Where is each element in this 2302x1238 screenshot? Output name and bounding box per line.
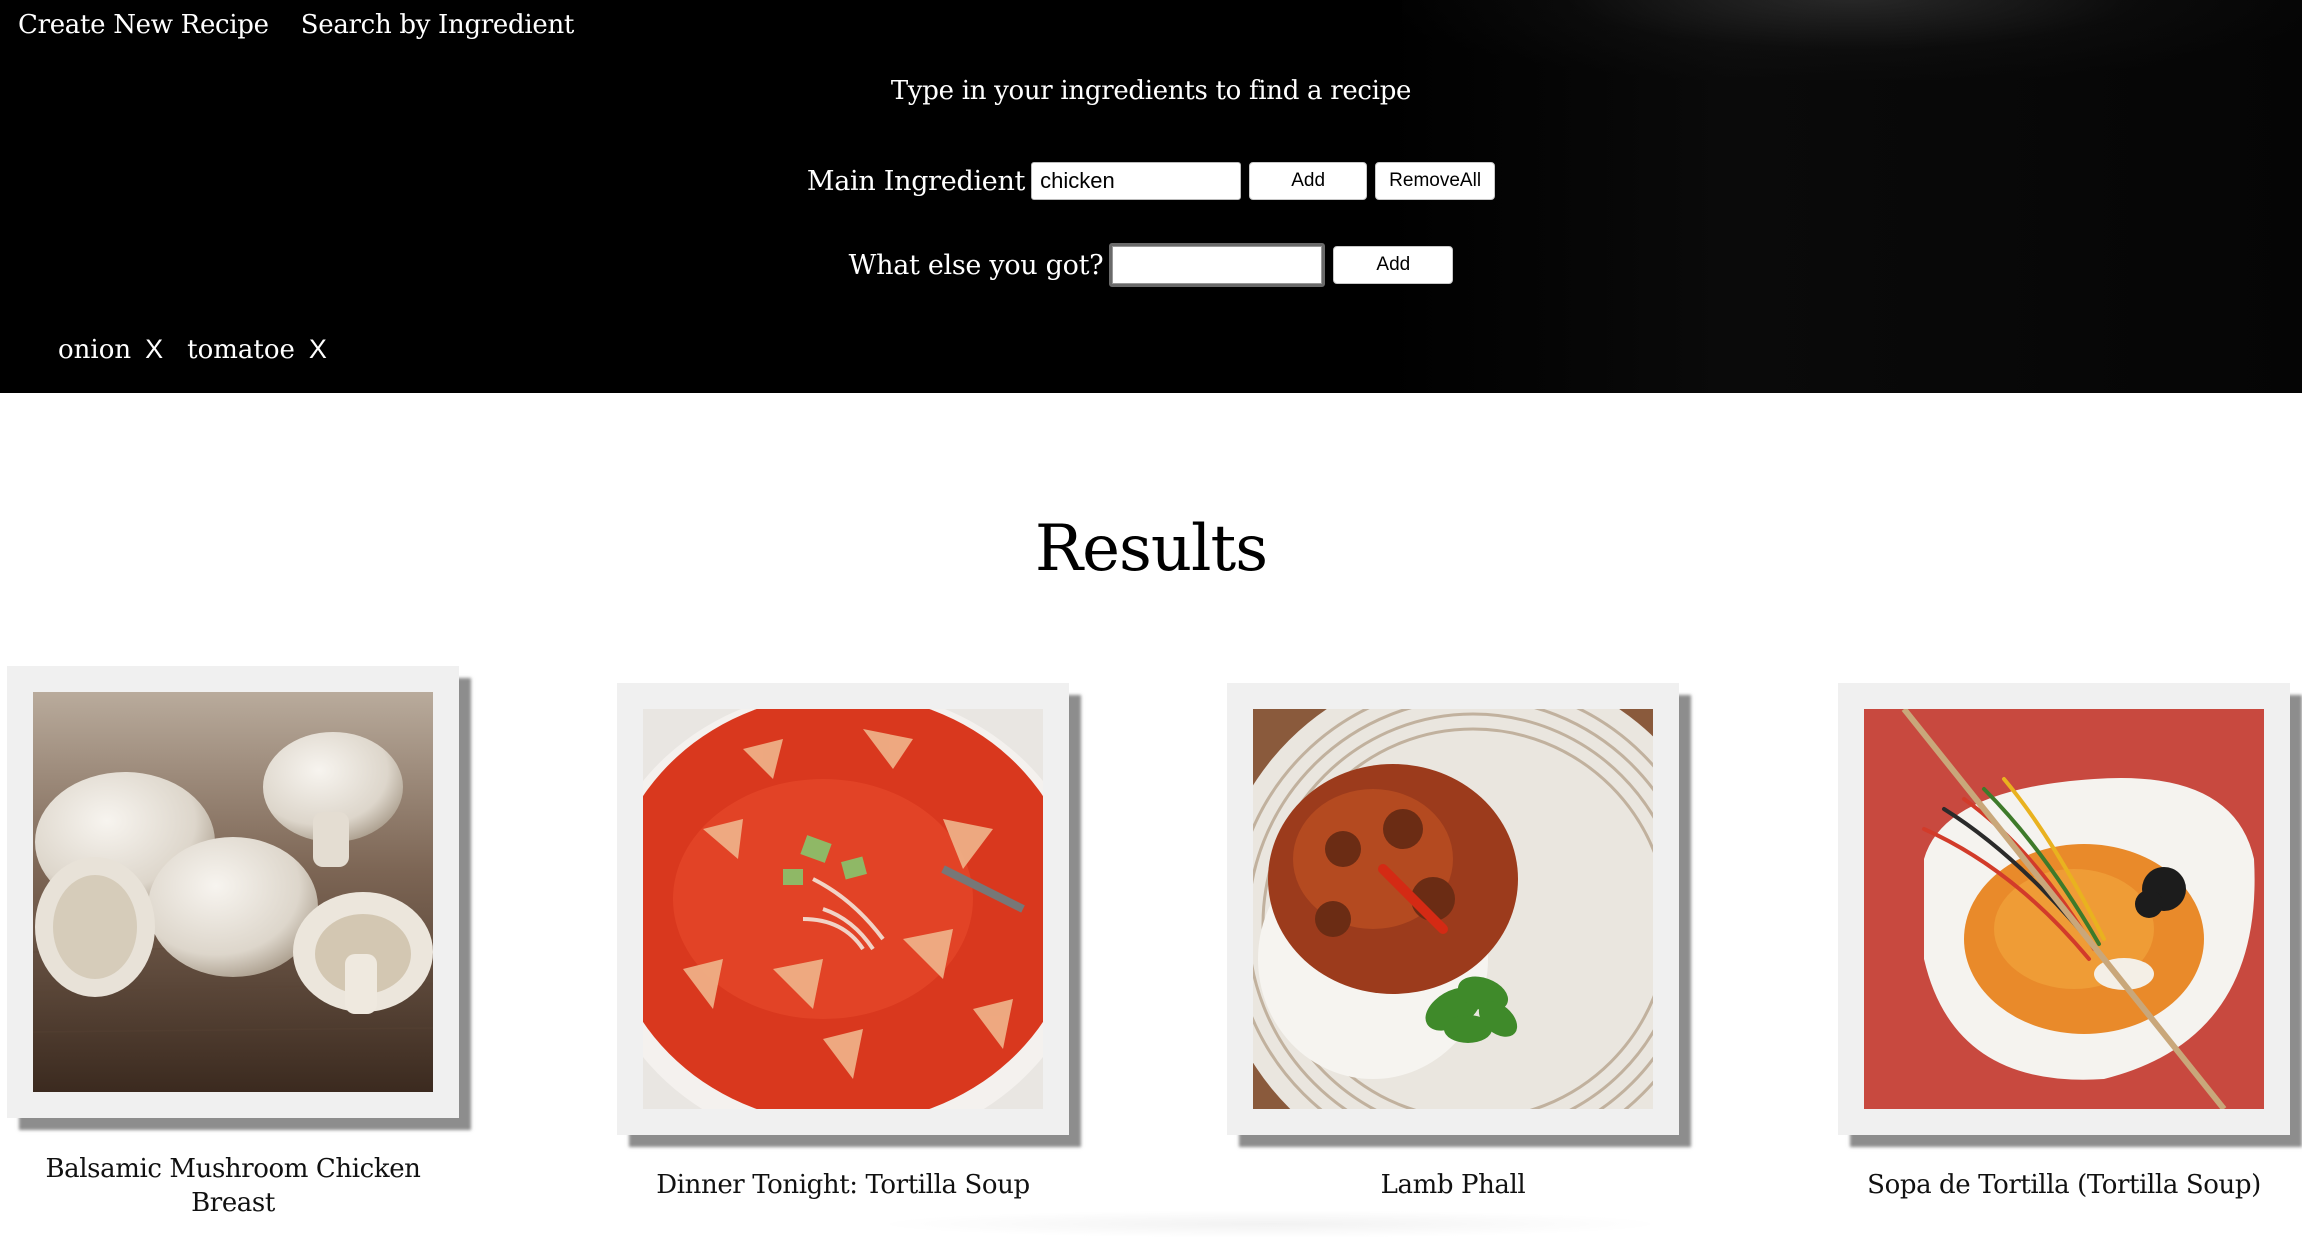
- recipe-photo-mushrooms: [33, 692, 433, 1092]
- ingredient-tag-label: tomatoe: [187, 334, 295, 365]
- recipe-photo-sopa-de-tortilla: [1864, 709, 2264, 1109]
- results-heading: Results: [1034, 512, 1268, 586]
- recipe-card-title[interactable]: Dinner Tonight: Tortilla Soup: [617, 1168, 1069, 1202]
- other-ingredient-row: What else you got? Add: [0, 243, 2302, 287]
- recipe-card-image-frame[interactable]: [1227, 683, 1679, 1135]
- nav-search-by-ingredient[interactable]: Search by Ingredient: [301, 10, 575, 40]
- remove-tag-icon[interactable]: X: [309, 334, 327, 365]
- recipe-card-image-frame[interactable]: [1838, 683, 2290, 1135]
- search-header: Create New Recipe Search by Ingredient T…: [0, 0, 2302, 393]
- header-background-sheen: [1402, 0, 2302, 80]
- nav-create-new-recipe[interactable]: Create New Recipe: [18, 10, 269, 40]
- other-ingredient-add-button[interactable]: Add: [1333, 246, 1454, 284]
- recipe-card-title[interactable]: Lamb Phall: [1227, 1168, 1679, 1202]
- recipe-card-title[interactable]: Sopa de Tortilla (Tortilla Soup): [1838, 1168, 2290, 1202]
- other-ingredient-input[interactable]: [1109, 243, 1326, 287]
- recipe-photo-tortilla-soup: [643, 709, 1043, 1109]
- recipe-card-image-frame[interactable]: [617, 683, 1069, 1135]
- recipe-card-title[interactable]: Balsamic Mushroom Chicken Breast: [7, 1152, 459, 1220]
- remove-all-button[interactable]: RemoveAll: [1375, 162, 1496, 200]
- ingredient-tag: tomatoe X: [187, 334, 327, 365]
- main-ingredient-add-button[interactable]: Add: [1249, 162, 1368, 200]
- recipe-photo-lamb-phall: [1253, 709, 1653, 1109]
- ingredient-tags: onion X tomatoe X: [58, 334, 327, 365]
- remove-tag-icon[interactable]: X: [145, 334, 163, 365]
- main-ingredient-label: Main Ingredient: [806, 165, 1026, 197]
- ingredient-tag: onion X: [58, 334, 163, 365]
- search-prompt: Type in your ingredients to find a recip…: [890, 76, 1412, 106]
- ingredient-tag-label: onion: [58, 334, 132, 365]
- bottom-fade: [870, 1210, 1670, 1238]
- main-ingredient-input[interactable]: [1031, 162, 1242, 200]
- top-nav: Create New Recipe Search by Ingredient: [18, 10, 574, 40]
- other-ingredient-label: What else you got?: [848, 249, 1104, 281]
- recipe-card-image-frame[interactable]: [7, 666, 459, 1118]
- main-ingredient-row: Main Ingredient Add RemoveAll: [0, 162, 2302, 200]
